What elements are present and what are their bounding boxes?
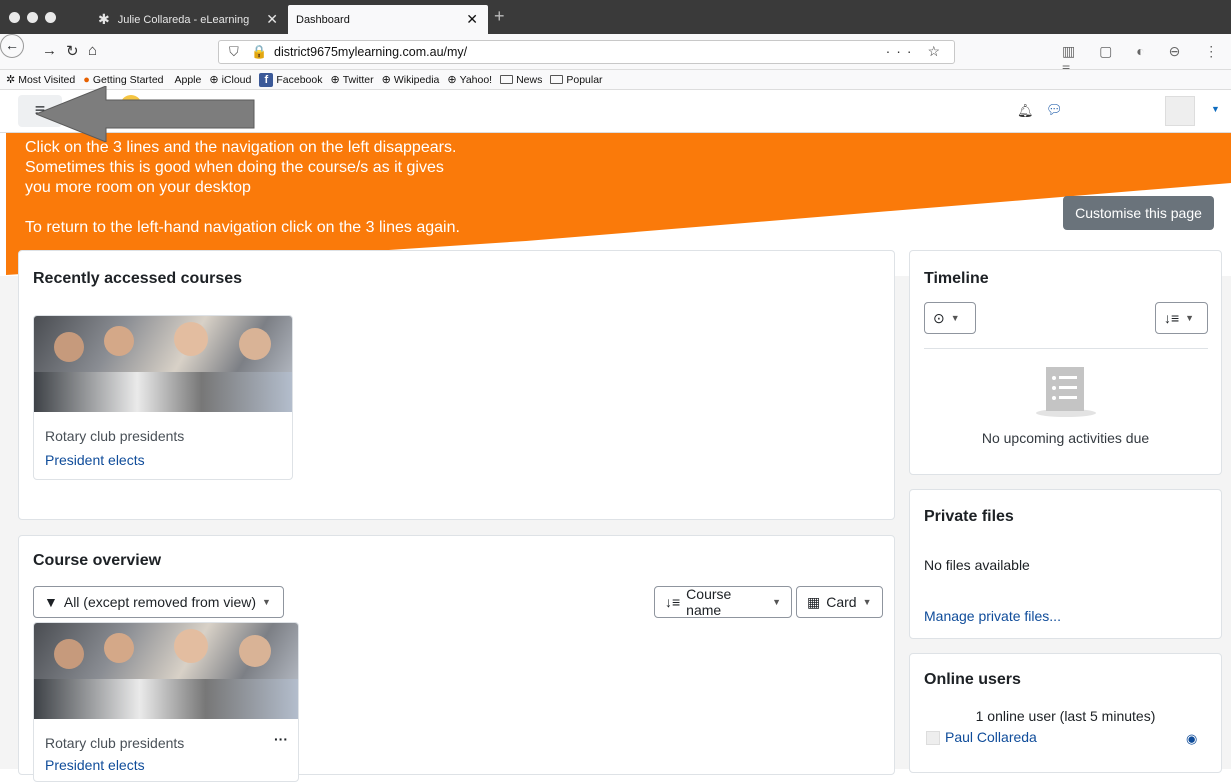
recent-courses-card: Recently accessed courses Rotary club pr… (18, 250, 895, 520)
firefox-icon: ● (83, 73, 90, 86)
chat-icon[interactable]: 💬︎ (1046, 102, 1063, 118)
close-icon[interactable]: ✕ (466, 11, 478, 28)
sort-icon: ↓≡ (665, 594, 681, 610)
chevron-down-icon: ▼ (262, 597, 271, 607)
window-minimize-icon[interactable] (27, 12, 38, 23)
facebook-icon: f (259, 72, 274, 87)
reload-icon[interactable]: ↻ (66, 42, 79, 60)
sort-icon: ↓≡ (1164, 310, 1180, 326)
page-actions-icon[interactable]: ··· ☆ (886, 43, 946, 60)
arrow-left-icon (36, 86, 255, 142)
online-users-card: Online users 1 online user (last 5 minut… (909, 653, 1222, 773)
filter-icon: ▼ (44, 594, 58, 610)
course-card[interactable]: Rotary club presidents ··· President ele… (33, 622, 299, 782)
course-card[interactable]: Rotary club presidents President elects (33, 315, 293, 480)
course-link[interactable]: President elects (45, 452, 145, 468)
globe-icon: ⊕ (381, 74, 391, 86)
chevron-down-icon[interactable]: ▼ (1211, 104, 1220, 114)
globe-icon: ⊕ (330, 74, 340, 86)
private-files-card: Private files No files available Manage … (909, 489, 1222, 639)
forward-icon[interactable]: → (42, 42, 57, 59)
bookmark-icloud[interactable]: ⊕ iCloud (209, 73, 251, 87)
back-button[interactable]: ← (0, 34, 24, 58)
bookmark-twitter[interactable]: ⊕ Twitter (330, 73, 373, 87)
gear-icon: ✲ (6, 74, 16, 86)
course-image[interactable] (34, 623, 298, 719)
user-avatar (926, 731, 940, 745)
card-title: Course overview (33, 552, 162, 569)
bookmark-apple[interactable]: Apple (172, 74, 202, 86)
timeline-filter-dropdown[interactable]: ⊙ ▼ (924, 302, 976, 334)
asterisk-icon: ✱ (98, 11, 110, 27)
manage-private-files-link[interactable]: Manage private files... (924, 608, 1061, 624)
tab-elearning[interactable]: ✱ Julie Collareda - eLearning ✕ (90, 5, 288, 34)
browser-tab-bar: ✱ Julie Collareda - eLearning ✕ Dashboar… (0, 0, 1231, 34)
chevron-down-icon: ▼ (1185, 313, 1195, 323)
shield-icon: ⛉ (229, 44, 239, 59)
instruction-line: To return to the left-hand navigation cl… (25, 219, 460, 236)
bookmark-popular[interactable]: Popular (550, 74, 603, 86)
close-icon[interactable]: ✕ (266, 11, 278, 28)
card-title: Online users (924, 671, 1021, 688)
eye-icon[interactable]: ◉ (1186, 731, 1197, 747)
url-text[interactable]: district9675mylearning.com.au/my/ (274, 45, 467, 59)
tab-label: Dashboard (296, 13, 350, 26)
timeline-card: Timeline ⊙ ▼ ↓≡ ▼ No upcoming activities… (909, 250, 1222, 475)
avatar[interactable] (1165, 96, 1195, 126)
folder-icon (500, 75, 514, 84)
online-user-link[interactable]: Paul Collareda (945, 729, 1037, 745)
instruction-line: you more room on your desktop (25, 179, 251, 196)
tab-label: Julie Collareda - eLearning (117, 13, 250, 26)
course-category: Rotary club presidents (45, 735, 185, 751)
bookmark-wikipedia[interactable]: ⊕ Wikipedia (381, 73, 440, 87)
document-list-icon (1036, 367, 1096, 417)
divider (924, 348, 1208, 349)
empty-message: No files available (924, 557, 1030, 573)
home-icon[interactable]: ⌂ (88, 42, 97, 59)
course-overview-card: Course overview ▼ All (except removed fr… (18, 535, 895, 782)
view-dropdown[interactable]: ▦ Card ▼ (796, 586, 883, 618)
card-title: Recently accessed courses (33, 270, 243, 287)
insecure-lock-icon: 🔒 (251, 44, 268, 59)
sort-dropdown[interactable]: ↓≡ Course name ▼ (654, 586, 792, 618)
clock-icon: ⊙ (933, 309, 945, 326)
browser-nav-bar: ← → ↻ ⌂ ⛉ 🔒 district9675mylearning.com.a… (0, 34, 1231, 76)
tab-dashboard[interactable]: Dashboard ✕ (288, 5, 488, 34)
folder-icon (550, 75, 564, 84)
bell-icon[interactable]: 🔔︎ (1017, 103, 1034, 119)
bookmark-news[interactable]: News (500, 74, 542, 86)
bookmark-yahoo[interactable]: ⊕ Yahoo! (447, 73, 492, 87)
chevron-down-icon: ▼ (862, 597, 872, 607)
bookmark-most-visited[interactable]: ✲ Most Visited (6, 73, 75, 87)
window-zoom-icon[interactable] (45, 12, 56, 23)
globe-icon: ⊕ (209, 74, 219, 86)
bookmark-getting-started[interactable]: ● Getting Started (83, 74, 163, 86)
empty-message: No upcoming activities due (981, 430, 1150, 446)
grid-icon: ▦ (807, 593, 821, 610)
online-summary: 1 online user (last 5 minutes) (975, 708, 1156, 724)
course-category: Rotary club presidents (45, 428, 185, 444)
bookmark-facebook[interactable]: f Facebook (259, 72, 322, 87)
customise-page-button[interactable]: Customise this page (1063, 196, 1214, 230)
card-title: Private files (924, 508, 1014, 525)
chevron-down-icon: ▼ (772, 597, 781, 607)
window-close-icon[interactable] (9, 12, 20, 23)
course-image[interactable] (34, 316, 292, 412)
timeline-sort-dropdown[interactable]: ↓≡ ▼ (1155, 302, 1208, 334)
url-bar[interactable]: ⛉ 🔒 district9675mylearning.com.au/my/ ··… (218, 40, 955, 64)
chevron-down-icon: ▼ (950, 313, 960, 323)
course-link[interactable]: President elects (45, 757, 145, 773)
instruction-text: Click on the 3 lines and the navigation … (25, 138, 555, 238)
instruction-line: Sometimes this is good when doing the co… (25, 159, 444, 176)
filter-dropdown[interactable]: ▼ All (except removed from view) ▼ (33, 586, 284, 618)
course-menu-button[interactable]: ··· (274, 731, 288, 747)
card-title: Timeline (924, 270, 989, 287)
globe-icon: ⊕ (447, 74, 457, 86)
new-tab-button[interactable]: + (494, 6, 505, 27)
